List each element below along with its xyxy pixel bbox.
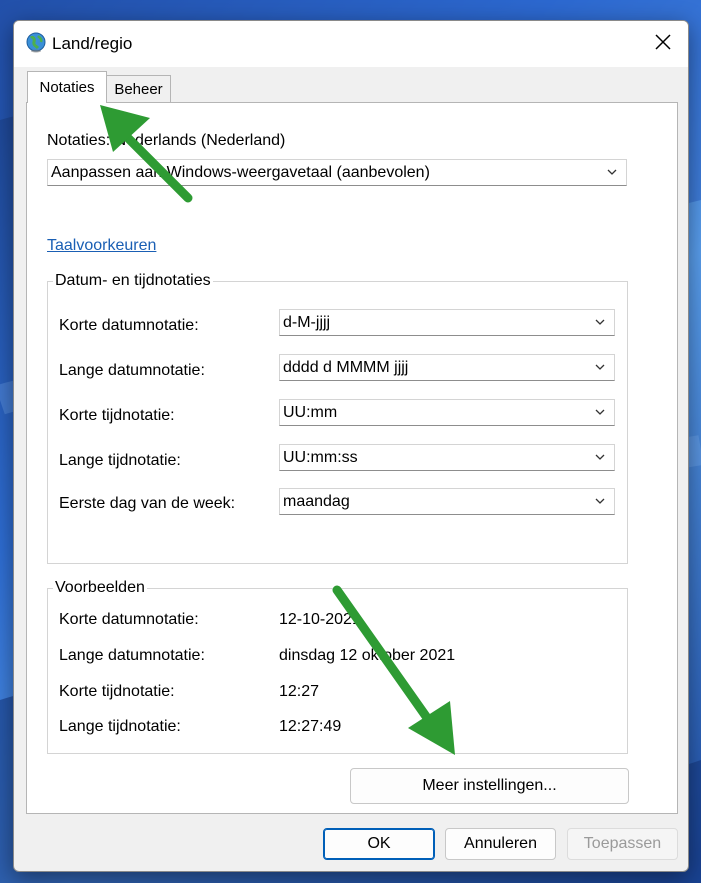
example-long-date-value: dinsdag 12 oktober 2021 <box>279 647 456 664</box>
ok-button[interactable]: OK <box>323 828 435 860</box>
format-label: Notaties: Nederlands (Nederland) <box>47 132 286 149</box>
short-time-value: UU:mm <box>283 403 338 421</box>
format-dropdown[interactable]: Aanpassen aan Windows-weergavetaal (aanb… <box>47 159 627 186</box>
example-short-time-label: Korte tijdnotatie: <box>59 683 175 700</box>
chevron-down-icon <box>595 498 605 504</box>
example-short-date-label: Korte datumnotatie: <box>59 611 199 628</box>
chevron-down-icon <box>595 409 605 415</box>
first-day-dropdown[interactable]: maandag <box>279 488 615 515</box>
long-time-value: UU:mm:ss <box>283 448 358 466</box>
long-date-value: dddd d MMMM jjjj <box>283 358 409 376</box>
date-time-legend: Datum- en tijdnotaties <box>53 272 213 290</box>
cancel-button[interactable]: Annuleren <box>445 828 556 860</box>
language-preferences-link[interactable]: Taalvoorkeuren <box>47 237 156 255</box>
example-long-date-label: Lange datumnotatie: <box>59 647 205 664</box>
chevron-down-icon <box>595 364 605 370</box>
apply-button[interactable]: Toepassen <box>567 828 678 860</box>
short-date-dropdown[interactable]: d-M-jjjj <box>279 309 615 336</box>
close-icon <box>655 34 671 50</box>
chevron-down-icon <box>595 454 605 460</box>
long-date-dropdown[interactable]: dddd d MMMM jjjj <box>279 354 615 381</box>
short-time-label: Korte tijdnotatie: <box>59 407 175 424</box>
long-time-dropdown[interactable]: UU:mm:ss <box>279 444 615 471</box>
short-date-label: Korte datumnotatie: <box>59 317 199 334</box>
example-short-time-value: 12:27 <box>279 683 320 700</box>
close-button[interactable] <box>638 21 688 63</box>
short-date-value: d-M-jjjj <box>283 313 331 331</box>
title-bar: Land/regio <box>14 21 688 67</box>
first-day-value: maandag <box>283 492 350 510</box>
format-value: Aanpassen aan Windows-weergavetaal (aanb… <box>51 163 430 181</box>
tab-strip: Notaties Beheer <box>14 71 688 103</box>
tab-notaties[interactable]: Notaties <box>27 71 107 103</box>
first-day-label: Eerste dag van de week: <box>59 495 236 512</box>
tab-beheer[interactable]: Beheer <box>106 75 171 103</box>
example-long-time-value: 12:27:49 <box>279 718 342 735</box>
chevron-down-icon <box>607 169 617 175</box>
notaties-panel: Notaties: Nederlands (Nederland) Aanpass… <box>26 102 678 814</box>
region-dialog: Land/regio Notaties Beheer Notaties: Ned… <box>13 20 689 872</box>
chevron-down-icon <box>595 319 605 325</box>
date-time-group: Datum- en tijdnotaties Korte datumnotati… <box>47 272 628 564</box>
examples-legend: Voorbeelden <box>53 579 147 597</box>
example-short-date-value: 12-10-2021 <box>279 611 361 628</box>
more-settings-button[interactable]: Meer instellingen... <box>350 768 629 804</box>
window-title: Land/regio <box>52 34 133 53</box>
long-time-label: Lange tijdnotatie: <box>59 452 181 469</box>
short-time-dropdown[interactable]: UU:mm <box>279 399 615 426</box>
example-long-time-label: Lange tijdnotatie: <box>59 718 181 735</box>
long-date-label: Lange datumnotatie: <box>59 362 205 379</box>
globe-icon <box>26 32 46 53</box>
examples-group: Voorbeelden Korte datumnotatie: 12-10-20… <box>47 579 628 754</box>
